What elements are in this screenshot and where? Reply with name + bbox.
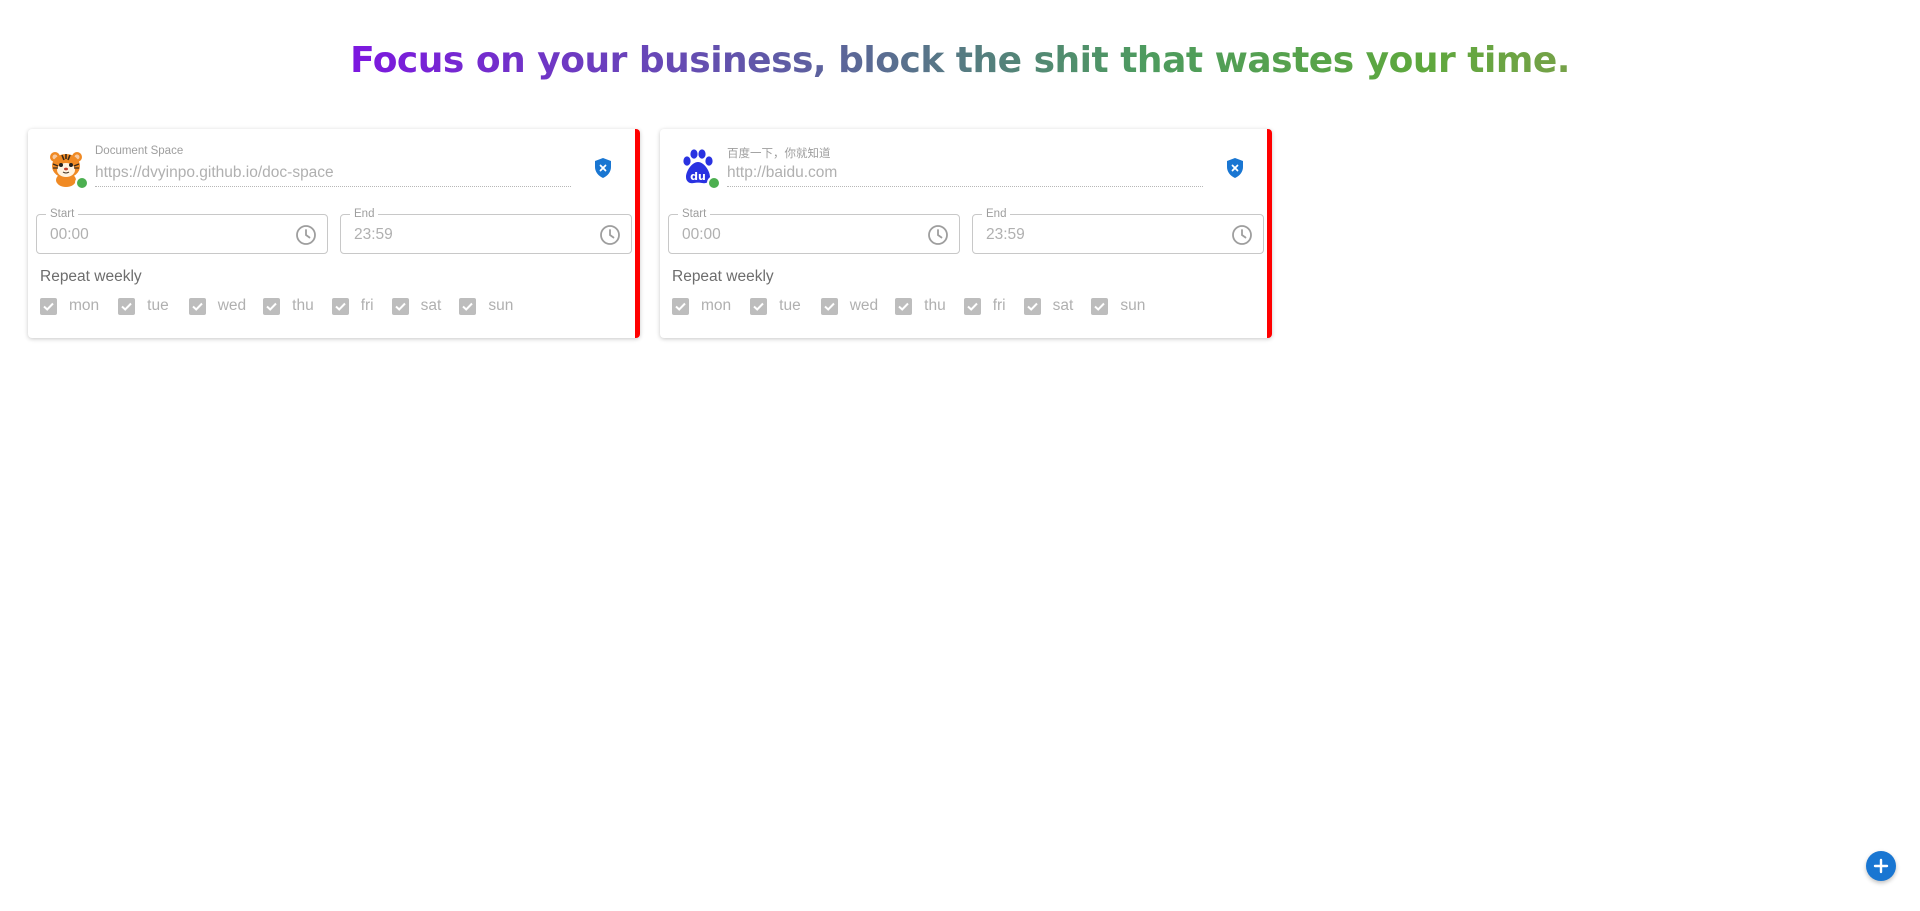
end-time-value: 23:59: [986, 226, 1025, 243]
day-label: sat: [420, 297, 442, 314]
day-label: tue: [779, 297, 801, 314]
day-label: mon: [69, 297, 100, 314]
checkbox-checked-icon[interactable]: [118, 297, 136, 315]
day-checkbox-tue[interactable]: tue: [750, 297, 801, 315]
add-site-button[interactable]: [1866, 851, 1896, 881]
day-checkbox-mon[interactable]: mon: [40, 297, 99, 315]
checkbox-checked-icon[interactable]: [672, 297, 689, 315]
page-headline: Focus on your business, block the shit t…: [0, 34, 1920, 88]
repeat-weekly-label: Repeat weekly: [672, 268, 774, 285]
clock-icon[interactable]: [295, 224, 317, 246]
weekday-checkbox-group: mon tue wed thu fri sat sun: [40, 297, 513, 315]
day-checkbox-sat[interactable]: sat: [1023, 297, 1074, 315]
day-checkbox-mon[interactable]: mon: [672, 297, 731, 315]
day-label: sat: [1052, 297, 1074, 314]
end-time-label: End: [350, 207, 379, 221]
day-label: thu: [292, 297, 314, 314]
active-indicator-bar: [1267, 129, 1272, 338]
end-time-field[interactable]: End 23:59: [340, 207, 632, 254]
site-url-input[interactable]: https://dvyinpo.github.io/doc-space: [95, 164, 571, 187]
day-label: wed: [217, 297, 247, 314]
checkbox-checked-icon[interactable]: [750, 297, 768, 315]
headline-text: Focus on your business, block the shit t…: [350, 40, 1570, 81]
day-checkbox-fri[interactable]: fri: [963, 297, 1006, 315]
checkbox-checked-icon[interactable]: [1091, 297, 1109, 315]
online-dot-icon: [75, 176, 89, 190]
end-time-field[interactable]: End 23:59: [972, 207, 1264, 254]
day-checkbox-tue[interactable]: tue: [118, 297, 169, 315]
checkbox-checked-icon[interactable]: [391, 297, 409, 315]
checkbox-checked-icon[interactable]: [331, 297, 349, 315]
day-label: sun: [488, 297, 514, 314]
day-checkbox-wed[interactable]: wed: [188, 297, 247, 315]
checkbox-checked-icon[interactable]: [40, 297, 57, 315]
shield-block-icon[interactable]: [1225, 157, 1245, 179]
checkbox-checked-icon[interactable]: [820, 297, 838, 315]
day-checkbox-thu[interactable]: thu: [263, 297, 314, 315]
day-checkbox-thu[interactable]: thu: [895, 297, 946, 315]
checkbox-checked-icon[interactable]: [188, 297, 206, 315]
day-label: sun: [1120, 297, 1146, 314]
start-time-label: Start: [46, 207, 79, 221]
site-name: 百度一下，你就知道: [727, 148, 831, 160]
day-label: wed: [849, 297, 879, 314]
end-time-value: 23:59: [354, 226, 393, 243]
site-card: Document Space https://dvyinpo.github.io…: [28, 129, 640, 338]
day-checkbox-sun[interactable]: sun: [1091, 297, 1145, 315]
online-dot-icon: [707, 176, 721, 190]
day-checkbox-wed[interactable]: wed: [820, 297, 879, 315]
checkbox-checked-icon[interactable]: [263, 297, 281, 315]
end-time-label: End: [982, 207, 1011, 221]
site-url-input[interactable]: http://baidu.com: [727, 164, 1203, 187]
day-checkbox-fri[interactable]: fri: [331, 297, 374, 315]
start-time-label: Start: [678, 207, 711, 221]
day-label: thu: [924, 297, 946, 314]
clock-icon[interactable]: [1231, 224, 1253, 246]
start-time-field[interactable]: Start 00:00: [668, 207, 960, 254]
day-checkbox-sun[interactable]: sun: [459, 297, 513, 315]
shield-block-icon[interactable]: [593, 157, 613, 179]
day-label: tue: [147, 297, 169, 314]
plus-icon: [1873, 858, 1889, 874]
day-checkbox-sat[interactable]: sat: [391, 297, 442, 315]
clock-icon[interactable]: [927, 224, 949, 246]
weekday-checkbox-group: mon tue wed thu fri sat sun: [672, 297, 1145, 315]
clock-icon[interactable]: [599, 224, 621, 246]
svg-text:du: du: [690, 170, 706, 183]
day-label: fri: [360, 297, 374, 314]
day-label: mon: [701, 297, 732, 314]
checkbox-checked-icon[interactable]: [459, 297, 477, 315]
start-time-value: 00:00: [682, 226, 721, 243]
site-card: du 百度一下，你就知道 http://baidu.com Start 00:0…: [660, 129, 1272, 338]
active-indicator-bar: [635, 129, 640, 338]
day-label: fri: [992, 297, 1006, 314]
start-time-field[interactable]: Start 00:00: [36, 207, 328, 254]
start-time-value: 00:00: [50, 226, 89, 243]
repeat-weekly-label: Repeat weekly: [40, 268, 142, 285]
site-name: Document Space: [95, 145, 184, 157]
checkbox-checked-icon[interactable]: [895, 297, 913, 315]
checkbox-checked-icon[interactable]: [1023, 297, 1041, 315]
checkbox-checked-icon[interactable]: [963, 297, 981, 315]
